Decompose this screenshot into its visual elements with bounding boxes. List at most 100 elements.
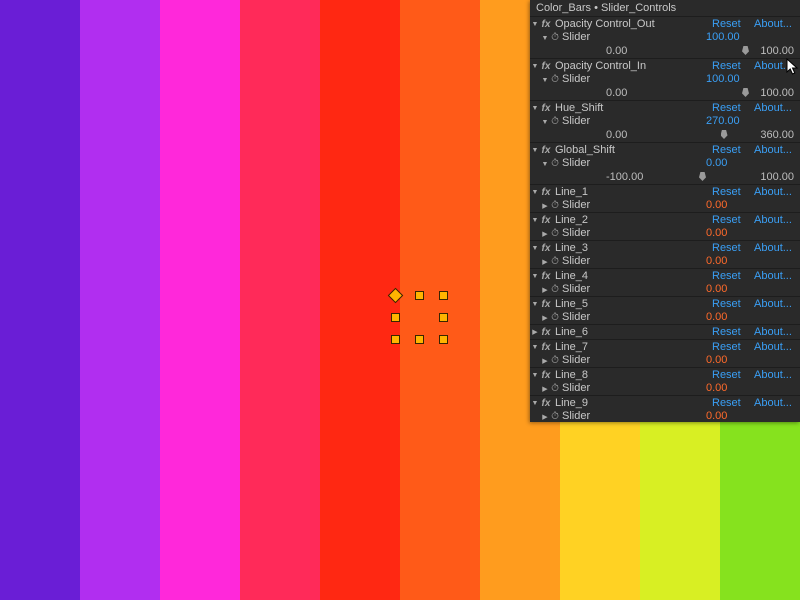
resize-handle[interactable]	[440, 314, 447, 321]
reset-link[interactable]: Reset	[712, 18, 754, 31]
resize-handle[interactable]	[416, 292, 423, 299]
stopwatch-icon[interactable]: ⏱	[550, 410, 560, 422]
stopwatch-icon[interactable]: ⏱	[550, 199, 560, 212]
twirl-slider[interactable]	[540, 31, 550, 45]
resize-handle[interactable]	[440, 336, 447, 343]
about-link[interactable]: About...	[754, 326, 794, 339]
property-value[interactable]: 100.00	[706, 73, 754, 86]
fx-badge-icon[interactable]: fx	[540, 369, 552, 382]
reset-link[interactable]: Reset	[712, 397, 754, 410]
reset-link[interactable]: Reset	[712, 369, 754, 382]
slider-knob[interactable]	[699, 172, 706, 181]
fx-badge-icon[interactable]: fx	[540, 144, 552, 157]
effect-name[interactable]: Line_9	[555, 397, 712, 410]
twirl-slider[interactable]	[540, 410, 550, 423]
stopwatch-icon[interactable]: ⏱	[550, 311, 560, 324]
reset-link[interactable]: Reset	[712, 214, 754, 227]
twirl-slider[interactable]	[540, 199, 550, 213]
effect-name[interactable]: Line_6	[555, 326, 712, 339]
slider-range[interactable]: 0.00360.00	[530, 128, 800, 142]
property-value[interactable]: 0.00	[706, 199, 754, 212]
fx-badge-icon[interactable]: fx	[540, 270, 552, 283]
reset-link[interactable]: Reset	[712, 298, 754, 311]
about-link[interactable]: About...	[754, 242, 794, 255]
reset-link[interactable]: Reset	[712, 186, 754, 199]
effect-name[interactable]: Hue_Shift	[555, 102, 712, 115]
twirl-effect[interactable]	[530, 17, 540, 31]
fx-badge-icon[interactable]: fx	[540, 18, 552, 31]
stopwatch-icon[interactable]: ⏱	[550, 31, 560, 44]
effect-name[interactable]: Line_1	[555, 186, 712, 199]
fx-badge-icon[interactable]: fx	[540, 298, 552, 311]
slider-knob[interactable]	[721, 130, 728, 139]
twirl-slider[interactable]	[540, 354, 550, 368]
slider-range[interactable]: -100.00100.00	[530, 170, 800, 184]
property-value[interactable]: 0.00	[706, 283, 754, 296]
about-link[interactable]: About...	[754, 186, 794, 199]
stopwatch-icon[interactable]: ⏱	[550, 354, 560, 367]
property-value[interactable]: 0.00	[706, 227, 754, 240]
about-link[interactable]: About...	[754, 298, 794, 311]
about-link[interactable]: About...	[754, 60, 794, 73]
stopwatch-icon[interactable]: ⏱	[550, 255, 560, 268]
slider-track[interactable]	[660, 50, 746, 52]
property-value[interactable]: 0.00	[706, 410, 754, 422]
twirl-effect[interactable]	[530, 368, 540, 382]
slider-track[interactable]	[660, 92, 746, 94]
fx-badge-icon[interactable]: fx	[540, 186, 552, 199]
reset-link[interactable]: Reset	[712, 341, 754, 354]
resize-handle[interactable]	[416, 336, 423, 343]
slider-range[interactable]: 0.00100.00	[530, 86, 800, 100]
property-value[interactable]: 0.00	[706, 354, 754, 367]
about-link[interactable]: About...	[754, 144, 794, 157]
property-value[interactable]: 0.00	[706, 311, 754, 324]
reset-link[interactable]: Reset	[712, 242, 754, 255]
twirl-slider[interactable]	[540, 255, 550, 269]
twirl-effect[interactable]	[530, 101, 540, 115]
stopwatch-icon[interactable]: ⏱	[550, 157, 560, 170]
property-value[interactable]: 100.00	[706, 31, 754, 44]
twirl-slider[interactable]	[540, 311, 550, 325]
about-link[interactable]: About...	[754, 397, 794, 410]
effect-name[interactable]: Line_3	[555, 242, 712, 255]
twirl-effect[interactable]	[530, 269, 540, 283]
effect-name[interactable]: Line_7	[555, 341, 712, 354]
twirl-effect[interactable]	[530, 325, 540, 339]
twirl-effect[interactable]	[530, 297, 540, 311]
twirl-effect[interactable]	[530, 396, 540, 410]
twirl-effect[interactable]	[530, 59, 540, 73]
reset-link[interactable]: Reset	[712, 144, 754, 157]
slider-range[interactable]: 0.00100.00	[530, 44, 800, 58]
property-value[interactable]: 270.00	[706, 115, 754, 128]
effect-name[interactable]: Global_Shift	[555, 144, 712, 157]
twirl-effect[interactable]	[530, 340, 540, 354]
twirl-effect[interactable]	[530, 241, 540, 255]
about-link[interactable]: About...	[754, 18, 794, 31]
fx-badge-icon[interactable]: fx	[540, 102, 552, 115]
stopwatch-icon[interactable]: ⏱	[550, 382, 560, 395]
resize-handle[interactable]	[392, 336, 399, 343]
reset-link[interactable]: Reset	[712, 326, 754, 339]
slider-track[interactable]	[660, 134, 746, 136]
stopwatch-icon[interactable]: ⏱	[550, 115, 560, 128]
slider-track[interactable]	[660, 176, 746, 178]
fx-badge-icon[interactable]: fx	[540, 214, 552, 227]
fx-badge-icon[interactable]: fx	[540, 326, 552, 339]
twirl-slider[interactable]	[540, 157, 550, 171]
twirl-effect[interactable]	[530, 143, 540, 157]
stopwatch-icon[interactable]: ⏱	[550, 283, 560, 296]
stopwatch-icon[interactable]: ⏱	[550, 73, 560, 86]
effect-name[interactable]: Opacity Control_In	[555, 60, 712, 73]
about-link[interactable]: About...	[754, 102, 794, 115]
twirl-slider[interactable]	[540, 227, 550, 241]
twirl-slider[interactable]	[540, 382, 550, 396]
layer-selection-box[interactable]	[394, 294, 442, 338]
twirl-slider[interactable]	[540, 73, 550, 87]
about-link[interactable]: About...	[754, 369, 794, 382]
slider-knob[interactable]	[742, 46, 749, 55]
reset-link[interactable]: Reset	[712, 60, 754, 73]
about-link[interactable]: About...	[754, 341, 794, 354]
twirl-effect[interactable]	[530, 213, 540, 227]
resize-handle[interactable]	[392, 314, 399, 321]
property-value[interactable]: 0.00	[706, 157, 754, 170]
